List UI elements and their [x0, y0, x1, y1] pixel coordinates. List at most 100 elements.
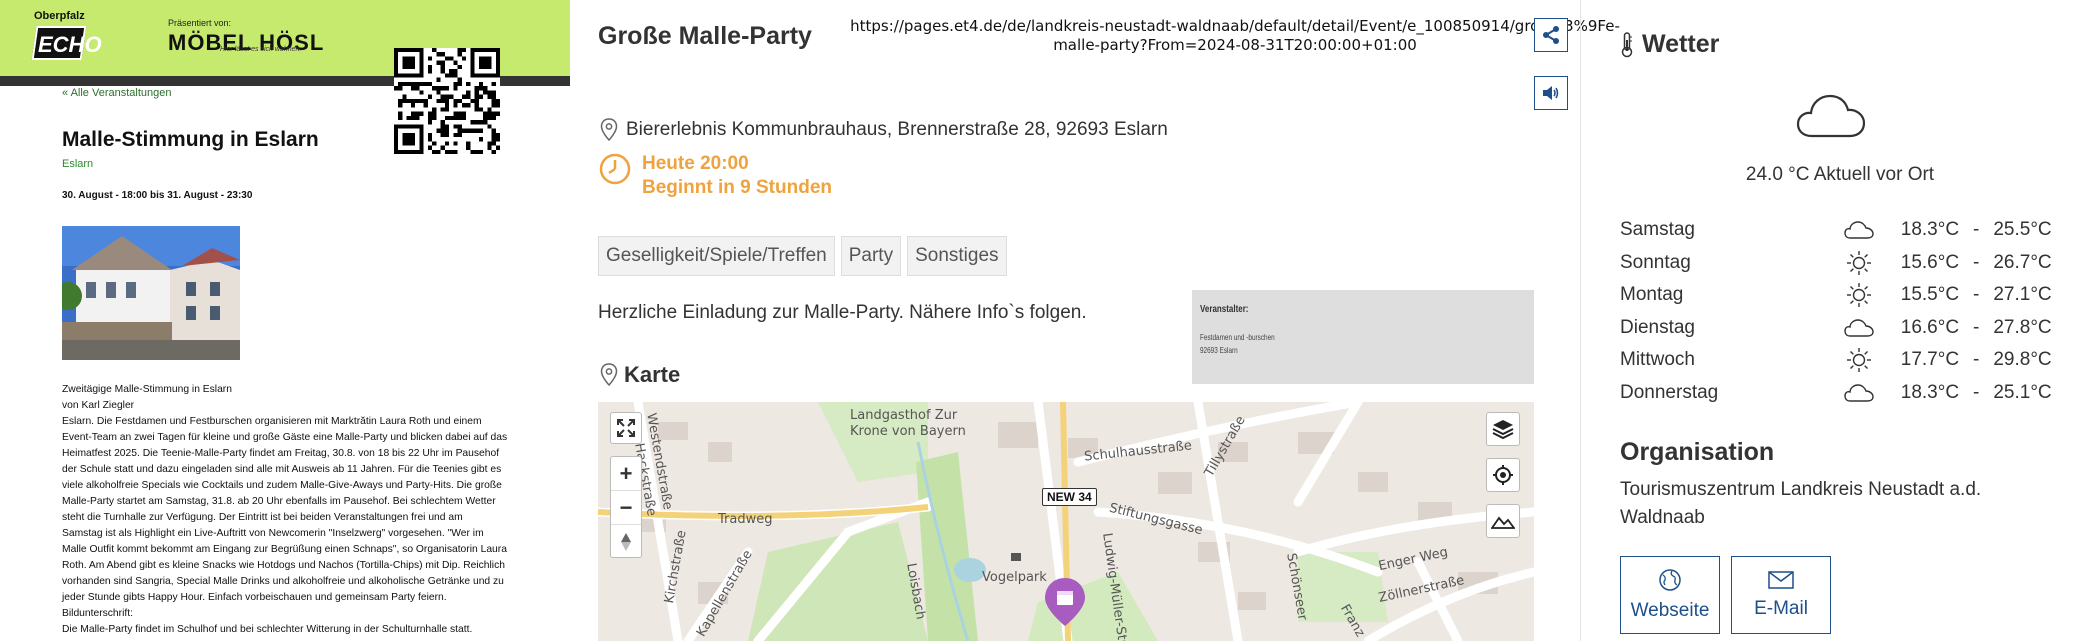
organisation-name: Tourismuszentrum Landkreis Neustadt a.d.…	[1620, 479, 1982, 528]
thermometer-icon	[1621, 31, 1633, 57]
share-icon	[1543, 26, 1559, 44]
email-button[interactable]: E-Mail	[1731, 556, 1831, 634]
forecast-row: Donnerstag 18.3°C -25.1°C	[1620, 377, 2060, 410]
echo-logo-top: Oberpfalz	[34, 10, 85, 22]
forecast-min: 18.3°C	[1900, 381, 1960, 403]
road-badge: NEW 34	[1042, 488, 1097, 506]
article-body-line: Die Malle-Party findet im Schulhof und b…	[62, 624, 473, 635]
forecast-separator: -	[1973, 251, 1980, 273]
map-pin-icon	[600, 118, 618, 142]
article-body-line: Eslarn. Die Festdamen und Festburschen o…	[62, 416, 482, 427]
website-button[interactable]: Webseite	[1620, 556, 1720, 634]
article-body-line: der Schule statt und dazu eingeladen sin…	[62, 464, 502, 475]
forecast-max: 27.8°C	[1993, 316, 2052, 338]
article-body-line: Malle Outfit kommt bekommt am Eingang zu…	[62, 544, 507, 555]
article-dates: 30. August - 18:00 bis 31. August - 23:3…	[62, 190, 253, 201]
event-map[interactable]: Landgasthof Zur Krone von Bayern Westend…	[598, 402, 1534, 641]
crosshair-icon	[1493, 465, 1513, 485]
organizer-box: Veranstalter: Festdamen und -burschen 92…	[1192, 290, 1534, 384]
article-body-line: Roth. Am Abend gibt es kleine Snacks wie…	[62, 560, 505, 571]
event-start-time: Heute 20:00	[642, 153, 749, 174]
forecast-row: Mittwoch 17.7°C -29.8°C	[1620, 344, 2060, 377]
article-body: Zweitägige Malle-Stimmung in Eslarn von K…	[62, 382, 562, 638]
forecast-row: Dienstag 16.6°C -27.8°C	[1620, 312, 2060, 345]
compass-icon	[621, 533, 631, 551]
article-body-line: viele alkoholfreie Specials wie Cocktail…	[62, 480, 502, 491]
locate-button[interactable]	[1486, 458, 1520, 492]
forecast-min: 15.5°C	[1900, 284, 1960, 306]
mountain-icon	[1491, 516, 1515, 529]
article-body-line: jeder Stunde gibts Happy Hour. Einfach v…	[62, 592, 447, 603]
forecast-separator: -	[1973, 219, 1980, 241]
forecast-separator: -	[1973, 349, 1980, 371]
sun-icon	[1826, 282, 1893, 308]
zoom-in-button[interactable]: +	[611, 457, 641, 491]
forecast-day: Mittwoch	[1620, 349, 1695, 371]
forecast-day: Samstag	[1620, 219, 1695, 241]
fullscreen-button[interactable]	[610, 412, 642, 444]
qr-code	[394, 48, 500, 154]
website-button-label: Webseite	[1630, 600, 1710, 621]
read-aloud-button[interactable]	[1534, 76, 1568, 110]
forecast-min: 18.3°C	[1900, 219, 1960, 241]
map-label-tradweg: Tradweg	[718, 512, 773, 527]
forecast-max: 29.8°C	[1993, 349, 2052, 371]
layers-button[interactable]	[1486, 412, 1520, 446]
clock-icon	[599, 153, 631, 185]
organizer-city: 92693 Eslarn	[1200, 346, 1238, 355]
article-body-line: Event-Team an zwei Tagen für kleine und …	[62, 432, 508, 443]
article-body-line: Heimatfest 2025. Die Teenie-Malle-Party …	[62, 448, 500, 459]
article-body-line: vorhanden sind Sangria, Special Malle Dr…	[62, 576, 504, 587]
map-label-landgasthof: Landgasthof Zur	[850, 408, 958, 423]
map-pin-icon	[600, 363, 618, 387]
event-photo	[62, 226, 240, 360]
event-time-row: Heute 20:00 Beginnt in 9 Stunden	[598, 152, 832, 200]
organizer-label: Veranstalter:	[1200, 304, 1249, 315]
globe-icon	[1659, 569, 1681, 591]
fullscreen-icon	[617, 419, 635, 437]
map-heading-row: Karte	[600, 362, 680, 388]
current-weather: 24.0 °C Aktuell vor Ort	[1745, 164, 1935, 185]
zoom-out-button[interactable]: −	[611, 491, 641, 525]
sun-icon	[1826, 347, 1893, 373]
event-address: Biererlebnis Kommunbrauhaus, Brennerstra…	[626, 119, 1168, 140]
article-place[interactable]: Eslarn	[62, 158, 93, 170]
forecast-separator: -	[1973, 381, 1980, 403]
weather-title: Wetter	[1642, 30, 1720, 58]
weather-header: Wetter	[1620, 30, 1719, 59]
zoom-controls: + −	[610, 456, 642, 558]
tag-sonstiges[interactable]: Sonstiges	[907, 236, 1007, 276]
article-title: Malle-Stimmung in Eslarn	[62, 128, 319, 151]
event-title: Große Malle-Party	[598, 22, 812, 50]
reset-north-button[interactable]	[611, 525, 641, 559]
tag-geselligkeit[interactable]: Geselligkeit/Spiele/Treffen	[598, 236, 835, 276]
forecast-max: 27.1°C	[1993, 284, 2052, 306]
forecast-day: Montag	[1620, 284, 1684, 306]
event-url: https://pages.et4.de/de/landkreis-neusta…	[850, 17, 1620, 54]
terrain-button[interactable]	[1486, 504, 1520, 538]
back-to-events-link[interactable]: « Alle Veranstaltungen	[62, 87, 171, 99]
event-tags: Geselligkeit/Spiele/Treffen Party Sonsti…	[598, 236, 1007, 276]
forecast-max: 25.1°C	[1993, 381, 2052, 403]
event-address-row: Biererlebnis Kommunbrauhaus, Brennerstra…	[600, 118, 1168, 142]
forecast-max: 25.5°C	[1993, 219, 2052, 241]
map-heading: Karte	[624, 362, 681, 387]
article-body-line: von Karl Ziegler	[62, 400, 135, 411]
event-countdown: Beginnt in 9 Stunden	[642, 177, 832, 198]
tag-party[interactable]: Party	[840, 236, 902, 276]
organizer-name: Festdamen und -burschen	[1200, 333, 1275, 342]
cloud-icon	[1826, 383, 1893, 403]
weather-forecast: Samstag 18.3°C -25.5°C Sonntag 15.6°C -26.7°C…	[1620, 214, 2060, 409]
cloud-icon	[1826, 220, 1893, 240]
forecast-row: Sonntag 15.6°C -26.7°C	[1620, 247, 2060, 280]
column-divider	[1580, 0, 1581, 641]
article-panel: Oberpfalz ECHO Präsentiert von: MÖBEL HÖ…	[0, 0, 570, 641]
share-button[interactable]	[1534, 18, 1568, 52]
sponsor-tagline: Hier lässt es sich wohnen.	[220, 46, 302, 53]
article-body-line: Bildunterschrift:	[62, 608, 133, 619]
cloud-icon	[1796, 94, 1866, 138]
forecast-separator: -	[1973, 316, 1980, 338]
forecast-day: Donnerstag	[1620, 381, 1719, 403]
article-body-line: Samstag ist als Highlight ein Live-Auftr…	[62, 528, 484, 539]
speaker-icon	[1543, 86, 1559, 100]
